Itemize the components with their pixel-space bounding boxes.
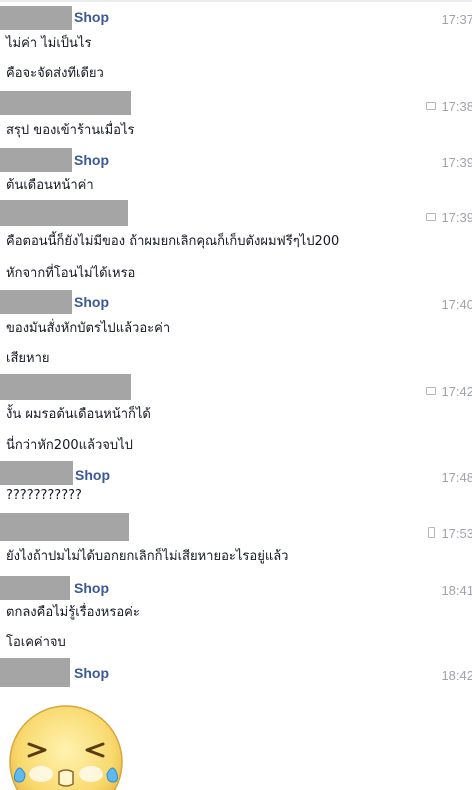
message-text: ตกลงคือไม่รู้เรื่องหรอค่ะ [6,605,140,620]
timestamp-text: 17:39 [441,210,472,225]
redacted-name [0,461,73,485]
message-timestamp: 17:38 [426,99,472,114]
message-text: ไม่ค่า ไม่เป็นไร [6,36,92,51]
message-text: ยังไงถ้าปมไม่ได้บอกยกเลิกก็ไม่เสียหายอะไ… [6,549,289,564]
sender-name-shop[interactable]: Shop [74,9,109,25]
message-timestamp: 18:41 [441,583,472,598]
chat-bubble-icon [426,213,437,221]
sender-name-shop[interactable]: Shop [75,467,110,483]
message-text: งั้น ผมรอต้นเดือนหน้าก็ได้ [6,407,151,422]
message-text: นี่กว่าหัก200แล้วจบไป [6,438,133,453]
redacted-name [0,148,72,172]
message-text: คือจะจัดส่งทีเดียว [6,66,104,81]
redacted-name [0,576,70,600]
message-text: สรุป ของเข้าร้านเมื่อไร [6,123,135,138]
timestamp-text: 17:38 [441,99,472,114]
chat-bubble-icon [426,387,437,395]
message-timestamp: 17:39 [441,155,472,170]
message-timestamp: 17:53 [428,526,472,541]
redacted-name [0,658,70,687]
message-timestamp: 17:42 [426,384,472,399]
message-timestamp: 17:48 [441,470,472,485]
redacted-name [0,290,72,314]
redacted-name [0,6,72,30]
message-timestamp: 17:40 [441,297,472,312]
chat-bubble-icon [426,102,437,110]
redacted-name [0,513,129,541]
mobile-phone-icon [428,527,436,538]
message-timestamp: 17:39 [426,210,472,225]
message-text: ของมันสั่งหักบัตรไปแล้วอะค่า [6,321,171,336]
message-timestamp: 17:37 [441,12,472,27]
message-text: หักจากที่โอนไม่ได้เหรอ [6,266,136,281]
sender-name-shop[interactable]: Shop [74,294,109,310]
timestamp-text: 17:42 [441,384,472,399]
message-timestamp: 18:42 [441,668,472,683]
redacted-name [0,200,128,226]
sender-name-shop[interactable]: Shop [74,580,109,596]
message-text: โอเคค่าจบ [6,635,66,650]
message-text: คือตอนนี้ก็ยังไม่มีของ ถ้าผมยกเลิกคุณก็เ… [6,234,340,249]
timestamp-text: 17:53 [441,526,472,541]
crying-laughing-emoji-sticker[interactable] [5,700,127,790]
message-text: ต้นเดือนหน้าค่า [6,178,94,193]
message-text: เสียหาย [6,351,50,366]
sender-name-shop[interactable]: Shop [74,152,109,168]
redacted-name [0,374,131,400]
sender-name-shop[interactable]: Shop [74,665,109,681]
top-divider [0,0,472,2]
message-text: ??????????? [6,488,82,503]
redacted-name [0,91,131,115]
